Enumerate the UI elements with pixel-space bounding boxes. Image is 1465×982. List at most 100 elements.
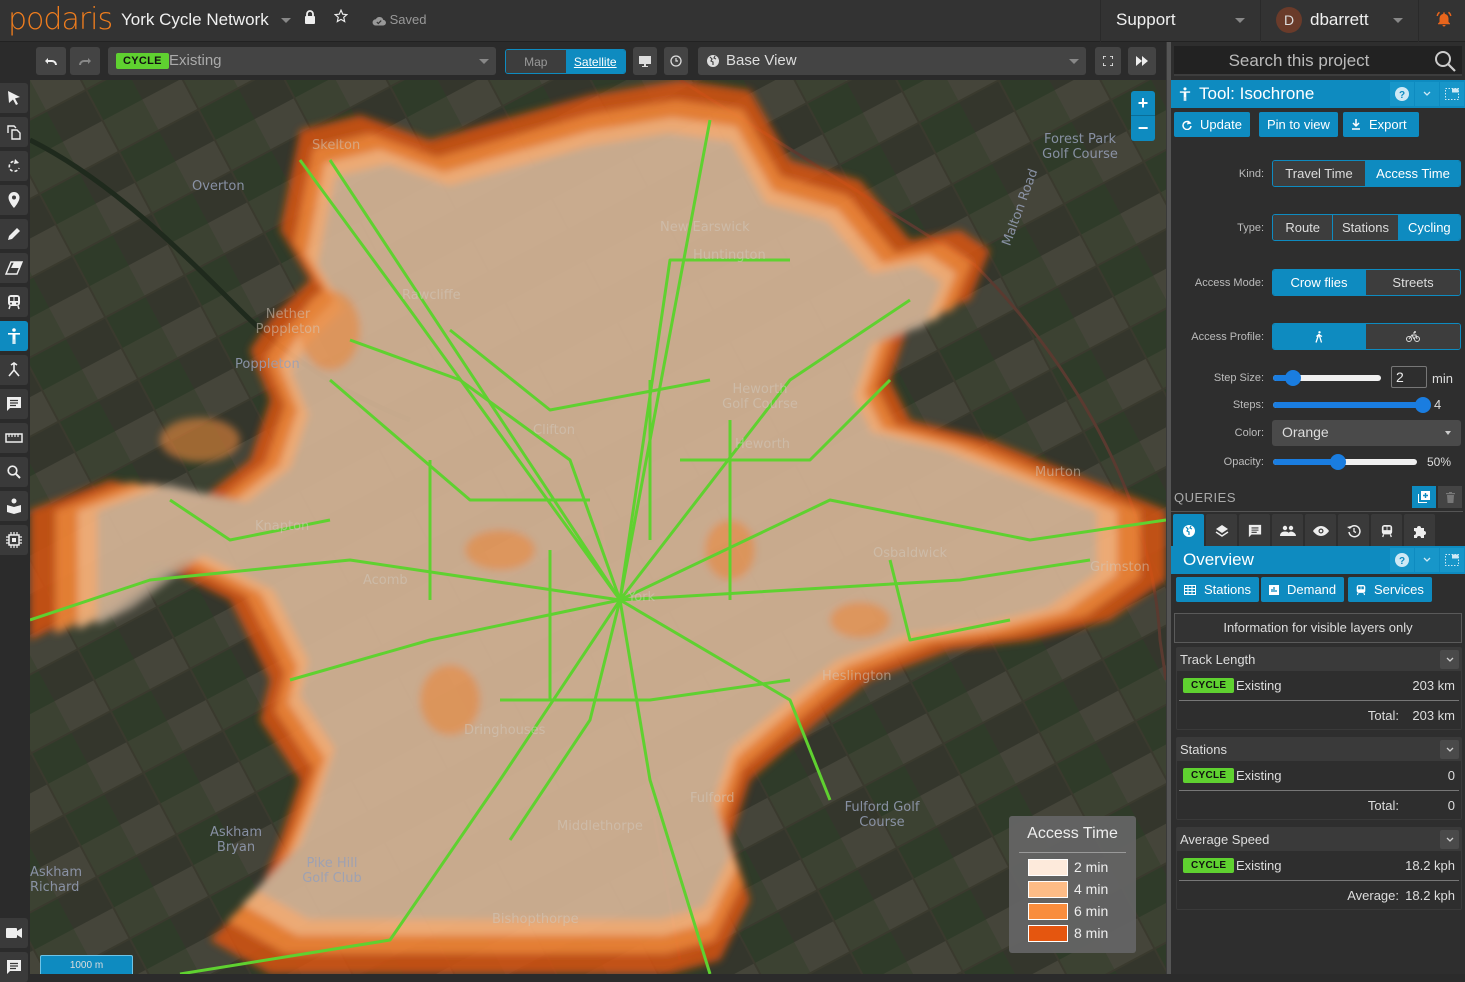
collapse-panel-button[interactable] — [1128, 47, 1156, 75]
basemap-map-button[interactable]: Map — [506, 50, 566, 73]
kind-travel-time[interactable]: Travel Time — [1273, 161, 1367, 186]
redo-button[interactable] — [70, 47, 100, 75]
card-collapse-button[interactable] — [1440, 740, 1459, 759]
lock-icon[interactable] — [304, 10, 316, 28]
type-route[interactable]: Route — [1273, 215, 1334, 240]
undock-button[interactable] — [1440, 548, 1464, 572]
opacity-slider-handle[interactable] — [1330, 454, 1346, 470]
card-row: CYCLE Existing 18.2 kph — [1179, 851, 1459, 881]
step-size-input[interactable]: 2 — [1391, 366, 1427, 388]
isochrone-tool[interactable] — [0, 321, 28, 351]
view-selector[interactable]: Base View — [698, 47, 1086, 75]
access-mode-streets[interactable]: Streets — [1366, 270, 1460, 295]
access-mode-toggle: Crow flies Streets — [1272, 269, 1461, 296]
type-stations[interactable]: Stations — [1333, 215, 1399, 240]
zoom-out-button[interactable]: − — [1131, 116, 1155, 141]
help-button[interactable]: ? — [1390, 82, 1414, 106]
opacity-slider[interactable] — [1273, 454, 1417, 470]
demand-button[interactable]: Demand — [1261, 577, 1345, 602]
map-place-label: New Earswick — [660, 220, 750, 235]
export-button[interactable]: Export — [1343, 112, 1419, 137]
undock-button[interactable] — [1440, 82, 1464, 106]
tab-transit[interactable] — [1371, 514, 1402, 548]
add-query-button[interactable] — [1412, 486, 1436, 508]
stations-button[interactable]: Stations — [1176, 577, 1259, 602]
card-collapse-button[interactable] — [1440, 650, 1459, 669]
search-tool[interactable] — [0, 457, 28, 487]
merge-tool[interactable] — [0, 355, 28, 385]
select-tool[interactable] — [0, 83, 28, 113]
delete-query-button[interactable] — [1438, 486, 1462, 508]
comment-tool[interactable] — [0, 389, 28, 419]
copy-layers-tool[interactable] — [0, 117, 28, 147]
presentation-button[interactable] — [633, 47, 657, 75]
map-place-label: Askham Richard — [30, 865, 83, 895]
project-title: York Cycle Network — [121, 10, 269, 29]
undo-button[interactable] — [36, 47, 66, 75]
save-status: Saved — [372, 12, 427, 27]
tab-visibility[interactable] — [1305, 514, 1336, 548]
support-label: Support — [1116, 10, 1176, 29]
type-cycling[interactable]: Cycling — [1398, 215, 1460, 240]
map-canvas[interactable]: Skelton Overton Nether Poppleton Poppleton R… — [30, 80, 1166, 974]
history-button[interactable] — [664, 47, 688, 75]
project-title-dropdown[interactable]: York Cycle Network — [121, 10, 292, 30]
avatar: D — [1276, 7, 1302, 33]
kind-access-time[interactable]: Access Time — [1366, 161, 1460, 186]
erase-tool[interactable] — [0, 253, 28, 283]
tool-title: Tool: Isochrone — [1199, 84, 1315, 103]
merge-icon — [8, 362, 20, 377]
map-legend: Access Time 2 min 4 min 6 min 8 min — [1009, 816, 1136, 953]
notes-tool[interactable] — [0, 952, 28, 982]
opacity-label: Opacity: — [1223, 456, 1264, 468]
tab-overview[interactable] — [1173, 514, 1204, 548]
tab-plugins[interactable] — [1404, 514, 1435, 548]
podaris-logo[interactable]: podaris — [8, 2, 113, 37]
average-speed-card: Average Speed CYCLE Existing 18.2 kph Aver… — [1176, 827, 1462, 910]
measure-tool[interactable] — [0, 423, 28, 453]
layer-selector[interactable]: CYCLE Existing — [108, 47, 496, 75]
user-menu[interactable]: D dbarrett — [1260, 0, 1418, 42]
chevron-down-icon — [1423, 91, 1431, 96]
tab-comments[interactable] — [1239, 514, 1270, 548]
access-profile-bike[interactable] — [1366, 324, 1460, 349]
collapse-button[interactable] — [1415, 548, 1439, 572]
collapse-button[interactable] — [1415, 82, 1439, 106]
tab-history[interactable] — [1338, 514, 1369, 548]
steps-slider[interactable] — [1273, 397, 1431, 413]
location-tool[interactable] — [0, 185, 28, 215]
services-button[interactable]: Services — [1348, 577, 1432, 602]
step-size-slider-handle[interactable] — [1285, 370, 1301, 386]
story-tool[interactable] — [0, 491, 28, 521]
steps-slider-handle[interactable] — [1415, 397, 1431, 413]
project-search-input[interactable]: Search this project — [1174, 46, 1462, 76]
step-size-slider[interactable] — [1273, 370, 1381, 386]
accessibility-person-icon — [8, 328, 20, 344]
train-icon — [8, 295, 20, 310]
refresh-tool[interactable] — [0, 151, 28, 181]
scale-bar: 1000 m — [40, 955, 133, 974]
update-button[interactable]: Update — [1174, 112, 1250, 137]
expand-icon — [1103, 56, 1113, 66]
eraser-icon — [5, 261, 23, 275]
color-select[interactable]: Orange — [1272, 420, 1461, 446]
access-profile-walk[interactable] — [1273, 324, 1367, 349]
access-mode-crow-flies[interactable]: Crow flies — [1273, 270, 1367, 295]
processing-tool[interactable] — [0, 525, 28, 555]
card-collapse-button[interactable] — [1440, 830, 1459, 849]
tab-users[interactable] — [1272, 514, 1303, 548]
help-button[interactable]: ? — [1390, 548, 1414, 572]
basemap-toggle: Map Satellite — [505, 49, 626, 74]
zoom-in-button[interactable]: + — [1131, 91, 1155, 116]
support-menu[interactable]: Support — [1100, 0, 1260, 42]
transit-tool[interactable] — [0, 287, 28, 317]
fullscreen-button[interactable] — [1095, 47, 1121, 75]
star-icon[interactable] — [333, 8, 349, 27]
window-icon — [1445, 554, 1459, 566]
tab-layers[interactable] — [1206, 514, 1237, 548]
draw-tool[interactable] — [0, 219, 28, 249]
pin-to-view-button[interactable]: Pin to view — [1259, 112, 1338, 137]
notifications-button[interactable] — [1418, 0, 1465, 42]
basemap-satellite-button[interactable]: Satellite — [565, 50, 625, 73]
video-tool[interactable] — [0, 918, 28, 948]
